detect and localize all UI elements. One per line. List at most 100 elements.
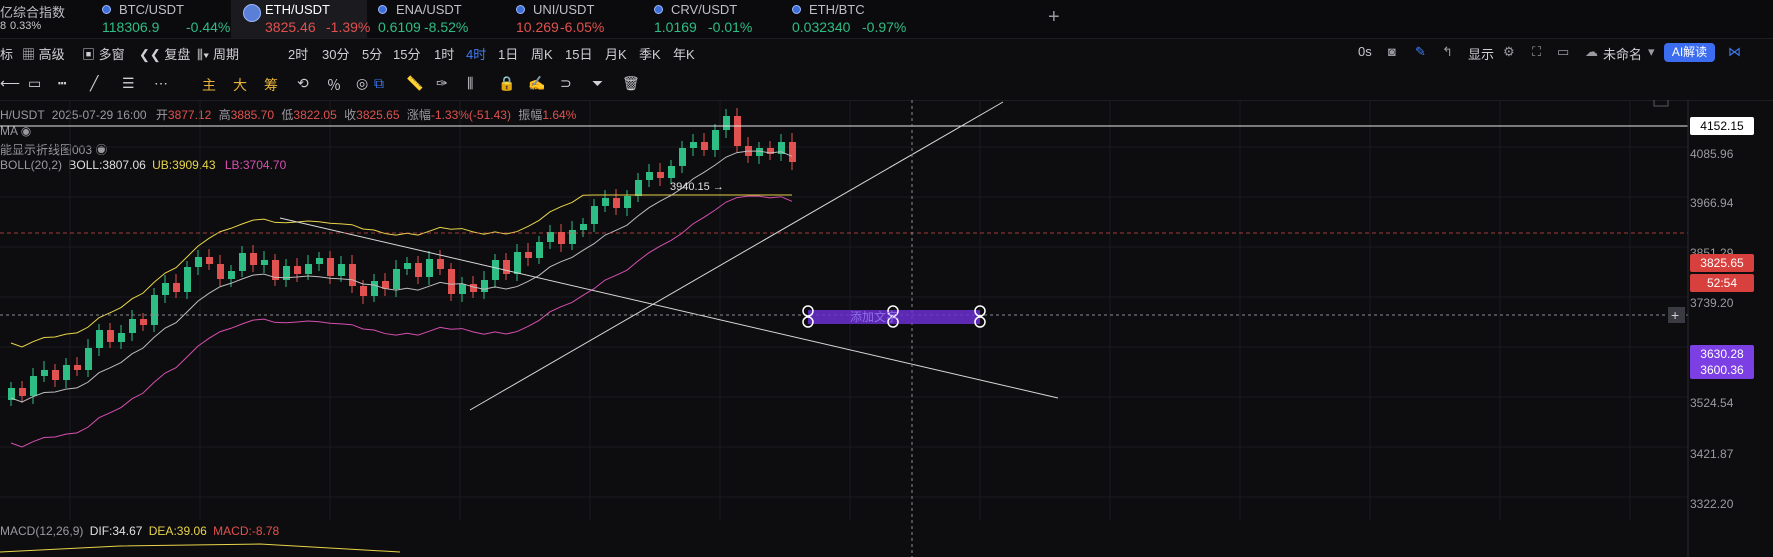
toolbar-label: 高级 [38,47,65,62]
candle-icon[interactable]: ⫼ [467,75,473,92]
candle [393,269,400,289]
coin-icon [102,5,111,14]
cloud-icon[interactable]: ☁ [1585,44,1598,60]
ticker-ethbtc[interactable]: ETH/BTC 0.032340 -0.97% [782,0,922,38]
toolbar-item-advanced[interactable]: ▦ 高级 [22,44,65,63]
coin-icon [516,5,525,14]
percent-icon[interactable]: ％ [327,75,341,95]
ticker-uni[interactable]: UNI/USDT 10.269 -6.05% [506,0,644,38]
price-chart[interactable]: 添加文字 3940.15 → + [0,100,1773,557]
candle [261,260,268,265]
candle [30,376,37,396]
candle [459,284,466,294]
period-1w[interactable]: 周K [531,44,553,63]
restore-icon[interactable]: ↰ [1442,44,1453,60]
rectangle-icon[interactable]: ▭ [28,75,41,92]
period-1mo[interactable]: 月K [605,44,627,63]
ticker-change: -6.05% [560,19,605,35]
dotted-line-icon[interactable]: ┅ [58,75,66,92]
candle [239,253,246,271]
period-2h[interactable]: 2时 [288,44,308,63]
candle [371,281,378,296]
candle [151,295,158,325]
ticker-crv[interactable]: CRV/USDT 1.0169 -0.01% [644,0,782,38]
period-15d[interactable]: 15日 [565,44,592,63]
period-1h[interactable]: 1时 [434,44,454,63]
coin-icon [792,5,801,14]
ticker-price: 8 [0,20,7,32]
y-tick: 3421.87 [1690,447,1734,461]
note-icon[interactable]: ✍ [528,75,545,92]
ticker-index[interactable]: 亿综合指数 8 0.33% [0,0,92,38]
toolbar-item-indicator[interactable]: 标 [0,44,13,63]
gear-icon[interactable]: ⚙ [1503,44,1515,60]
period-1d[interactable]: 1日 [498,44,518,63]
more-icon[interactable]: ⋯ [154,75,168,92]
toolbar-item-replay[interactable]: ❮❮ 复盘 [139,44,190,63]
text-box-label: 添加文字 [850,309,898,324]
toolbar-item-multiwindow[interactable]: ▣ 多窗 [82,44,125,63]
magnet-icon[interactable]: ⊃ [560,75,572,92]
countdown-label: 0s [1358,44,1372,59]
filter-icon[interactable]: ⏷ [592,75,603,92]
price-axis[interactable] [1688,100,1773,557]
ai-interpret-button[interactable]: AI解读 [1664,43,1715,62]
lock-icon[interactable]: 🔒 [498,75,515,92]
ticker-price: 3825.46 [265,19,316,35]
toolbar-item-period[interactable]: ⫼▾ 周期 [197,44,239,63]
ticker-price: 0.6109 [378,19,421,35]
share-icon[interactable]: ⋈ [1728,44,1741,60]
tool-big[interactable]: 大 [233,75,247,95]
candle [305,264,312,274]
candle [63,365,70,380]
add-tab-button[interactable]: + [1048,6,1060,29]
trend-line-icon[interactable]: ╱ [90,75,98,92]
sync-icon[interactable]: ⟲ [297,75,309,92]
trash-icon[interactable]: 🗑 [622,75,640,92]
pip-icon[interactable]: ▭ [1557,44,1569,60]
candle [481,280,488,292]
period-5m[interactable]: 5分 [362,44,382,63]
ticker-name: 亿综合指数 [0,5,66,20]
candle [591,206,598,224]
ruler-icon[interactable]: 📏 [406,75,423,92]
candle [195,257,202,267]
coin-icon [378,5,387,14]
layout-name-dropdown[interactable]: 未命名 [1603,44,1642,63]
candle [74,365,81,370]
camera-icon[interactable]: ◙ [1388,44,1396,59]
pen-icon[interactable]: ✎ [1415,44,1426,60]
candle [41,370,48,376]
period-1y[interactable]: 年K [673,44,695,63]
toolbar-label: 复盘 [164,47,191,62]
ticker-ena[interactable]: ENA/USDT 0.6109 -8.52% [368,0,506,38]
y-tick: 3524.54 [1690,396,1734,410]
macd-line [0,543,401,553]
tool-chips[interactable]: 筹 [264,75,278,95]
display-button[interactable]: 显示 [1468,44,1494,63]
price-tag-purple-bottom: 3600.36 [1690,361,1754,379]
arrow-left-icon[interactable]: ⟵ [0,75,20,92]
period-1q[interactable]: 季K [639,44,661,63]
copy-icon[interactable]: ⧉ [374,75,384,92]
candle [569,230,576,244]
ticker-btc[interactable]: BTC/USDT 118306.9 -0.44% [92,0,230,38]
candle [415,263,422,277]
chevron-down-icon[interactable]: ▾ [1648,44,1655,60]
ticker-change: -0.01% [708,19,753,35]
brush-icon[interactable]: ✑ [436,75,448,92]
period-15m[interactable]: 15分 [393,44,420,63]
candle [206,257,213,264]
target-icon[interactable]: ◎ [356,75,368,92]
period-4h[interactable]: 4时 [466,44,486,63]
y-tick: 3322.20 [1690,497,1734,511]
period-30m[interactable]: 30分 [322,44,349,63]
candle [448,269,455,294]
fullscreen-icon[interactable]: ⛶ [1532,44,1541,60]
parallel-lines-icon[interactable]: ☰ [122,75,135,92]
candle [734,116,741,146]
ticker-eth[interactable]: ETH/USDT 3825.46 -1.39% [231,0,370,38]
ticker-name: ETH/BTC [809,2,865,17]
candle [536,242,543,258]
tool-main[interactable]: 主 [202,75,216,95]
